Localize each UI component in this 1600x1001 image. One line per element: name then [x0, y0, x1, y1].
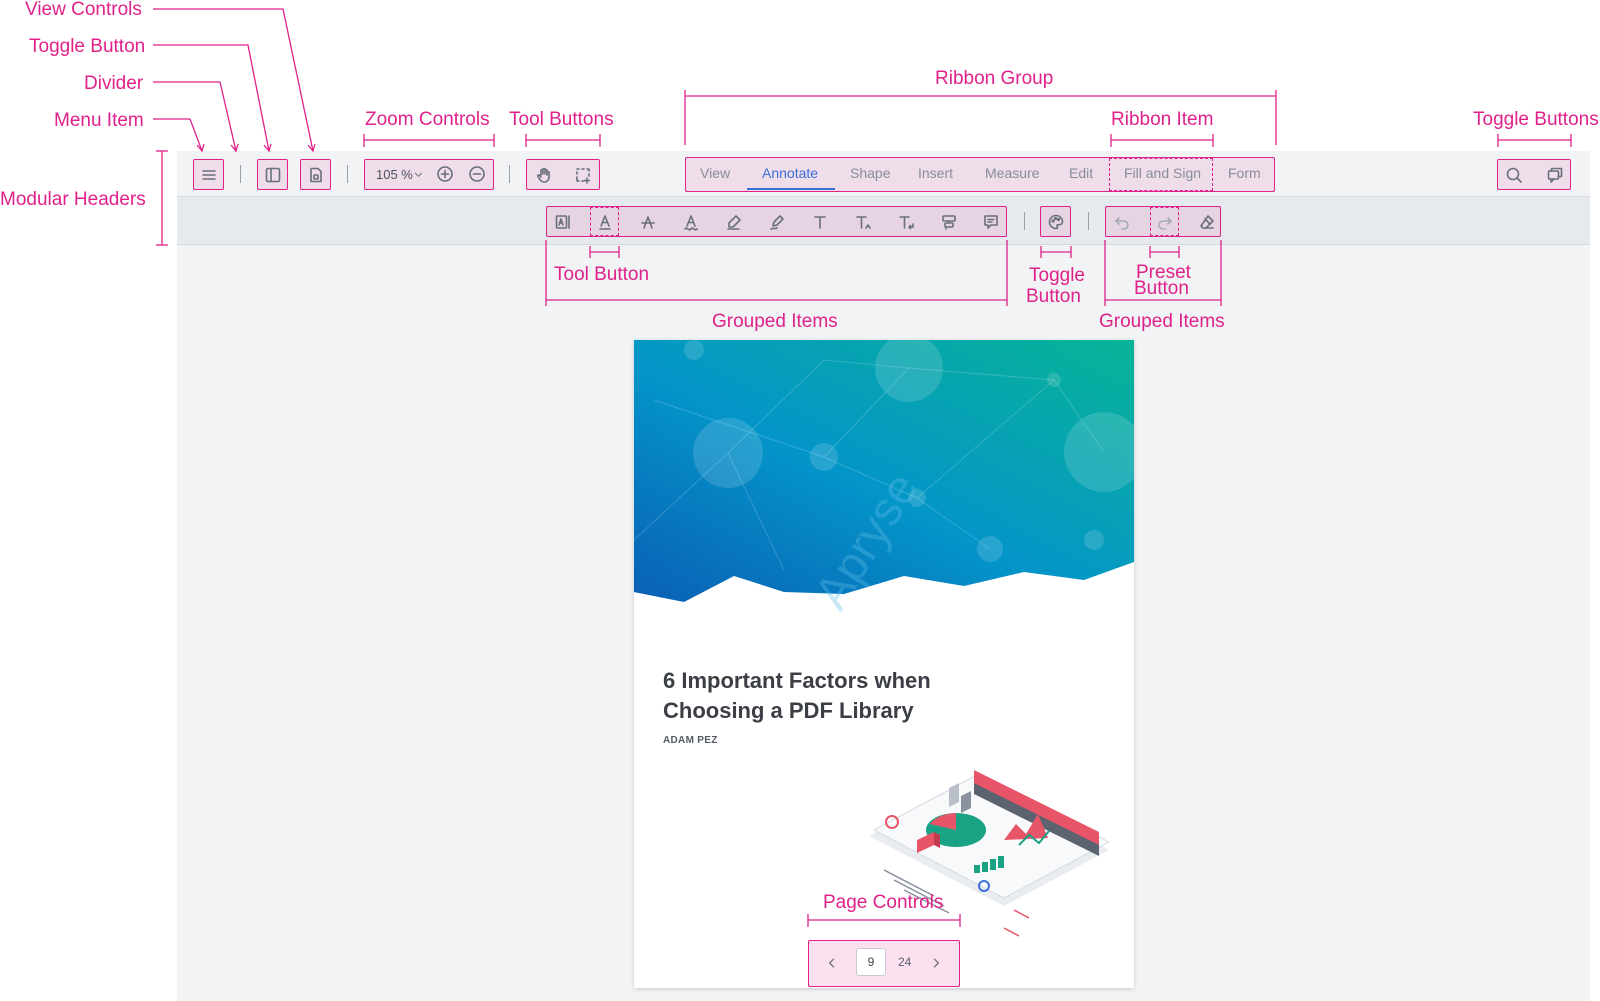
- tool-highlight[interactable]: [720, 208, 747, 235]
- comment-note-icon: [983, 214, 998, 229]
- tool-underline[interactable]: [591, 208, 618, 235]
- style-panel-toggle[interactable]: [1042, 208, 1069, 235]
- label-toggle-button: Toggle Button: [29, 36, 146, 57]
- document-author: ADAM PEZ: [663, 735, 718, 746]
- tool-text-insert[interactable]: [849, 208, 876, 235]
- ribbon-item-form[interactable]: Form: [1228, 165, 1261, 181]
- eraser-button[interactable]: [1193, 208, 1220, 235]
- redo-button[interactable]: [1151, 208, 1178, 235]
- ribbon-item-view[interactable]: View: [700, 165, 730, 181]
- label-toggle-button-line2: Button: [1026, 286, 1081, 307]
- label-menu-item: Menu Item: [54, 110, 144, 131]
- ribbon-item-fill-and-sign[interactable]: Fill and Sign: [1124, 165, 1201, 181]
- text-icon: [813, 215, 826, 229]
- label-page-controls: Page Controls: [823, 892, 944, 913]
- underline-icon: [598, 214, 611, 230]
- zoom-out-icon: [469, 166, 485, 182]
- ribbon-item-shape[interactable]: Shape: [850, 165, 890, 181]
- notes-panel-toggle[interactable]: [1541, 161, 1568, 188]
- cover-artwork: [634, 340, 1134, 937]
- marquee-select-button[interactable]: [569, 161, 596, 188]
- zoom-dropdown[interactable]: [411, 163, 425, 185]
- left-panel-toggle-button[interactable]: [257, 159, 288, 190]
- label-modular-headers: Modular Headers: [0, 189, 146, 210]
- tool-squiggly[interactable]: [677, 208, 704, 235]
- ribbon-item-annotate[interactable]: Annotate: [762, 165, 818, 181]
- label-toggle-button-line1: Toggle: [1029, 265, 1085, 286]
- label-preset-button-line2: Button: [1134, 278, 1189, 299]
- text-insert-icon: [855, 215, 871, 229]
- chevron-down-icon: [414, 172, 422, 177]
- redo-icon: [1157, 216, 1172, 230]
- tool-sticky-note[interactable]: [977, 208, 1004, 235]
- hand-icon: [536, 167, 550, 183]
- document-title: 6 Important Factors when Choosing a PDF …: [663, 666, 1023, 726]
- squiggly-icon: [683, 214, 698, 231]
- document-title-line: Choosing a PDF Library: [663, 698, 914, 723]
- total-pages: 24: [898, 955, 912, 969]
- text-replace-icon: [898, 215, 914, 229]
- toolbar-divider: [1024, 212, 1025, 230]
- view-controls-button[interactable]: [300, 159, 331, 190]
- callout-icon: [941, 214, 956, 230]
- tool-annotation-signature[interactable]: [549, 208, 576, 235]
- marquee-select-icon: [575, 167, 590, 184]
- ribbon-item-edit[interactable]: Edit: [1069, 165, 1093, 181]
- tool-text-replace[interactable]: [892, 208, 919, 235]
- active-ribbon-indicator: [747, 188, 835, 190]
- label-ribbon-group: Ribbon Group: [935, 68, 1054, 89]
- ribbon-item-insert[interactable]: Insert: [918, 165, 953, 181]
- header-divider: [509, 165, 510, 183]
- label-view-controls: View Controls: [25, 0, 142, 20]
- chevron-right-icon: [933, 958, 939, 968]
- ribbon-item-measure[interactable]: Measure: [985, 165, 1039, 181]
- label-divider: Divider: [84, 73, 144, 94]
- header-divider: [347, 165, 348, 183]
- previous-page-button[interactable]: [820, 951, 844, 975]
- tool-strikeout[interactable]: [634, 208, 661, 235]
- label-ribbon-item: Ribbon Item: [1111, 109, 1214, 130]
- document-title-line: 6 Important Factors when: [663, 668, 931, 693]
- header-divider: [240, 165, 241, 183]
- zoom-value[interactable]: 105 %: [376, 167, 413, 182]
- search-panel-toggle[interactable]: [1500, 161, 1527, 188]
- undo-button[interactable]: [1108, 208, 1135, 235]
- label-tool-button: Tool Button: [554, 264, 650, 285]
- eraser-icon: [1199, 214, 1214, 229]
- menu-button[interactable]: [193, 159, 224, 190]
- label-zoom-controls: Zoom Controls: [365, 109, 490, 130]
- chevron-left-icon: [829, 958, 835, 968]
- label-toggle-buttons: Toggle Buttons: [1473, 109, 1599, 130]
- toolbar-divider: [1088, 212, 1089, 230]
- palette-icon: [1048, 214, 1063, 229]
- document-view-icon: [309, 167, 322, 182]
- tool-callout[interactable]: [935, 208, 962, 235]
- search-icon: [1506, 167, 1522, 183]
- highlighter-icon: [726, 214, 741, 230]
- hamburger-menu-icon: [201, 169, 216, 180]
- zoom-in-button[interactable]: [434, 163, 456, 185]
- label-grouped-items: Grouped Items: [1099, 311, 1225, 332]
- undo-icon: [1114, 216, 1129, 230]
- pan-tool-button[interactable]: [530, 161, 557, 188]
- tool-freehand[interactable]: [763, 208, 790, 235]
- comments-icon: [1547, 167, 1562, 183]
- zoom-in-icon: [437, 166, 453, 182]
- current-page-input[interactable]: 9: [856, 948, 886, 976]
- label-grouped-items: Grouped Items: [712, 311, 838, 332]
- zoom-out-button[interactable]: [466, 163, 488, 185]
- document-page: Apryse 6 Important Factors when Choosing…: [634, 340, 1134, 988]
- edit-text-icon: [555, 214, 570, 229]
- sidebar-panel-icon: [265, 167, 280, 182]
- strikeout-icon: [640, 215, 655, 229]
- label-tool-buttons: Tool Buttons: [509, 109, 614, 130]
- next-page-button[interactable]: [924, 951, 948, 975]
- tool-free-text[interactable]: [806, 208, 833, 235]
- pen-icon: [769, 214, 784, 230]
